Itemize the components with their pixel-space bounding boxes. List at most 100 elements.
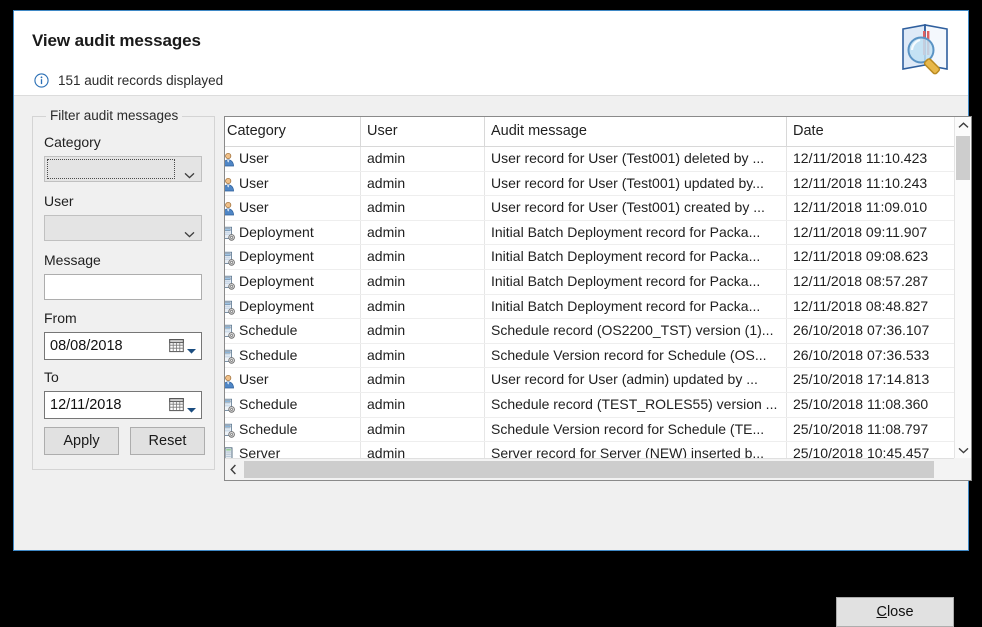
- cell-category: Deployment: [225, 245, 361, 269]
- cell-user: admin: [361, 220, 485, 245]
- category-label-text: Server: [239, 445, 281, 459]
- table-row[interactable]: Schedule admin Schedule Version record for…: [225, 343, 955, 369]
- cell-category: Schedule: [225, 417, 361, 442]
- cell-date: 12/11/2018 11:10.423: [793, 150, 928, 166]
- chevron-down-icon: [958, 447, 968, 454]
- vertical-scrollbar-thumb[interactable]: [956, 136, 970, 180]
- close-button-mnemonic: C: [876, 604, 887, 620]
- column-header-user[interactable]: User: [361, 117, 485, 146]
- schedule-icon: [225, 348, 236, 364]
- cell-message: Schedule Version record for Schedule (OS…: [485, 343, 787, 368]
- calendar-icon[interactable]: [169, 338, 184, 353]
- column-header-category[interactable]: Category: [225, 117, 361, 146]
- cell-date: 12/11/2018 11:09.010: [793, 199, 928, 216]
- table-row[interactable]: Deployment admin Initial Batch Deployment …: [225, 269, 955, 295]
- cell-user: admin: [361, 442, 485, 459]
- user-icon: [225, 151, 236, 167]
- calendar-icon[interactable]: [169, 397, 184, 412]
- cell-user: admin: [361, 417, 485, 442]
- to-date-controls[interactable]: [169, 397, 197, 413]
- schedule-icon: [225, 323, 236, 340]
- cell-user: admin: [361, 196, 485, 220]
- cell-date: 12/11/2018 08:48.827: [793, 297, 929, 314]
- chevron-down-icon[interactable]: [186, 342, 197, 354]
- apply-button[interactable]: Apply: [44, 427, 119, 455]
- category-label-text: Deployment: [239, 248, 314, 265]
- deployment-icon: [225, 274, 236, 290]
- from-date-controls[interactable]: [169, 338, 197, 354]
- category-select-focus-ring: [47, 159, 175, 179]
- close-button[interactable]: Close: [836, 597, 954, 627]
- audit-table-header-row: Category User Audit message Date: [225, 117, 955, 147]
- category-label: Category: [44, 134, 101, 150]
- category-select[interactable]: [44, 156, 202, 182]
- cell-date: 25/10/2018 11:08.797: [793, 420, 929, 437]
- category-label-text: Deployment: [239, 272, 314, 289]
- to-label: To: [44, 369, 59, 385]
- cell-date: 25/10/2018 17:14.813: [793, 371, 930, 388]
- screenshot-root: View audit messages 151 audit records di…: [0, 0, 982, 627]
- vertical-scrollbar[interactable]: [954, 117, 971, 459]
- scroll-left-button[interactable]: [225, 459, 242, 480]
- category-label-text: User: [239, 371, 269, 388]
- cell-date: 25/10/2018 11:08.360: [793, 395, 929, 412]
- user-select[interactable]: [44, 215, 202, 241]
- scroll-down-button[interactable]: [955, 442, 971, 459]
- column-header-message[interactable]: Audit message: [485, 117, 787, 146]
- cell-category: User: [225, 147, 361, 171]
- table-row[interactable]: Deployment admin Initial Batch Deployment …: [225, 294, 955, 320]
- from-date-field[interactable]: 08/08/2018: [44, 332, 202, 360]
- cell-category: Deployment: [225, 294, 361, 319]
- table-row[interactable]: Deployment admin Initial Batch Deployment …: [225, 245, 955, 270]
- message-input[interactable]: [44, 274, 202, 300]
- table-row[interactable]: Deployment admin Initial Batch Deployment …: [225, 220, 955, 246]
- category-label-text: Schedule: [239, 346, 298, 363]
- cell-message: User record for User (Test001) deleted b…: [485, 147, 787, 171]
- to-date-field[interactable]: 12/11/2018: [44, 391, 202, 419]
- chevron-down-icon[interactable]: [186, 401, 197, 413]
- deployment-icon: [225, 225, 236, 241]
- cell-date: 12/11/2018 09:11.907: [793, 223, 928, 240]
- table-row[interactable]: Server admin Server record for Server (NEW…: [225, 442, 955, 459]
- cell-message: Schedule record (TEST_ROLES55) version .…: [485, 392, 787, 417]
- cell-category: Server: [225, 442, 361, 459]
- reset-button[interactable]: Reset: [130, 427, 205, 455]
- category-label-text: Deployment: [239, 297, 314, 314]
- cell-date: 26/10/2018 07:36.533: [793, 346, 930, 363]
- category-label-text: Schedule: [239, 395, 298, 412]
- category-label-text: User: [239, 174, 269, 191]
- category-label-text: Schedule: [239, 420, 298, 437]
- table-row[interactable]: User admin User record for User (Test001) …: [225, 171, 955, 197]
- message-label: Message: [44, 252, 101, 268]
- cell-message: User record for User (admin) updated by …: [485, 368, 787, 392]
- status-line: 151 audit records displayed: [34, 73, 223, 88]
- cell-user: admin: [361, 269, 485, 294]
- cell-date: 12/11/2018 11:10.243: [793, 174, 928, 191]
- column-header-date[interactable]: Date: [787, 117, 955, 146]
- to-date-value: 12/11/2018: [50, 397, 122, 413]
- scroll-up-button[interactable]: [955, 117, 971, 134]
- table-row[interactable]: Schedule admin Schedule record (TEST_ROLES…: [225, 392, 955, 418]
- table-row[interactable]: User admin User record for User (Test001) …: [225, 147, 955, 172]
- cell-message: Server record for Server (NEW) inserted …: [485, 442, 787, 459]
- page-title: View audit messages: [32, 31, 201, 50]
- table-row[interactable]: Schedule admin Schedule Version record for…: [225, 417, 955, 443]
- schedule-icon: [225, 397, 236, 413]
- cell-user: admin: [361, 147, 485, 171]
- view-audit-messages-dialog: View audit messages 151 audit records di…: [13, 10, 972, 627]
- cell-message: Initial Batch Deployment record for Pack…: [485, 245, 787, 269]
- cell-user: admin: [361, 368, 485, 392]
- horizontal-scrollbar[interactable]: [225, 458, 971, 480]
- cell-category: Deployment: [225, 269, 361, 294]
- chevron-down-icon: [184, 225, 195, 238]
- chevron-up-icon: [958, 122, 968, 128]
- table-row[interactable]: User admin User record for User (admin) up…: [225, 368, 955, 393]
- cell-category: Deployment: [225, 220, 361, 245]
- horizontal-scrollbar-thumb[interactable]: [244, 461, 934, 478]
- from-date-value: 08/08/2018: [50, 338, 123, 354]
- audit-table-viewport: Category User Audit message Date User adm…: [225, 117, 955, 459]
- cell-date: 26/10/2018 07:36.107: [793, 322, 930, 339]
- cell-category: Schedule: [225, 392, 361, 417]
- table-row[interactable]: User admin User record for User (Test001) …: [225, 196, 955, 221]
- table-row[interactable]: Schedule admin Schedule record (OS2200_TST…: [225, 319, 955, 344]
